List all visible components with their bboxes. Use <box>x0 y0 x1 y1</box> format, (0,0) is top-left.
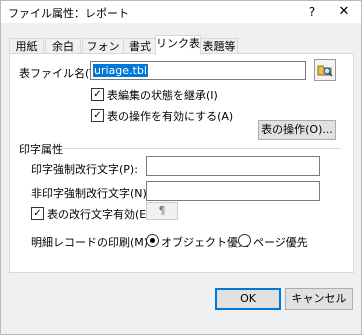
tab-margins[interactable]: 余白 <box>45 38 81 54</box>
table-ops-button[interactable]: 表の操作(O)... <box>258 120 336 140</box>
tab-link-table[interactable]: リンク表 <box>155 35 201 55</box>
browse-folder-icon <box>317 65 333 77</box>
dialog-window: ファイル属性：レポート ? ✕ 用紙 余白 フォント 書式 リンク表 表題等 表… <box>0 0 362 335</box>
browse-button[interactable] <box>314 59 336 81</box>
forced-newline-label: 印字強制改行文字(P): <box>31 163 138 176</box>
non-forced-newline-label: 非印字強制改行文字(N): <box>31 187 151 200</box>
cancel-button[interactable]: キャンセル <box>285 288 353 310</box>
title-bar: ファイル属性：レポート ? ✕ <box>1 1 361 23</box>
tab-titles[interactable]: 表題等 <box>200 38 238 54</box>
page-priority-radio[interactable] <box>238 234 251 247</box>
ok-button[interactable]: OK <box>215 288 281 310</box>
inherit-state-label: 表編集の状態を継承(I) <box>107 89 218 102</box>
object-priority-radio[interactable] <box>146 234 159 247</box>
group-divider <box>61 148 341 149</box>
window-title: ファイル属性：レポート <box>8 7 129 20</box>
file-name-input[interactable]: uriage.tbl <box>90 61 306 80</box>
inherit-state-checkbox[interactable]: ✓ <box>91 88 104 101</box>
table-newline-checkbox[interactable]: ✓ <box>31 207 44 220</box>
non-forced-newline-input[interactable] <box>146 181 320 201</box>
tab-paper[interactable]: 用紙 <box>9 38 44 54</box>
enable-ops-checkbox[interactable]: ✓ <box>91 109 104 122</box>
object-priority-label: オブジェクト優先 <box>161 236 249 249</box>
newline-char-field[interactable]: ¶ <box>146 202 178 220</box>
enable-ops-label: 表の操作を有効にする(A) <box>107 110 234 123</box>
help-button[interactable]: ? <box>303 3 321 21</box>
tab-font[interactable]: フォント <box>82 38 124 68</box>
file-name-value: uriage.tbl <box>93 64 148 77</box>
page-priority-label: ページ優先 <box>253 236 308 249</box>
print-group-title: 印字属性 <box>19 143 63 156</box>
table-newline-label: 表の改行文字有効(E): <box>47 208 155 221</box>
detail-print-label: 明細レコードの印刷(M): <box>31 236 152 249</box>
close-button[interactable]: ✕ <box>333 3 355 21</box>
forced-newline-input[interactable] <box>146 156 320 176</box>
tab-format[interactable]: 書式 <box>123 38 157 54</box>
